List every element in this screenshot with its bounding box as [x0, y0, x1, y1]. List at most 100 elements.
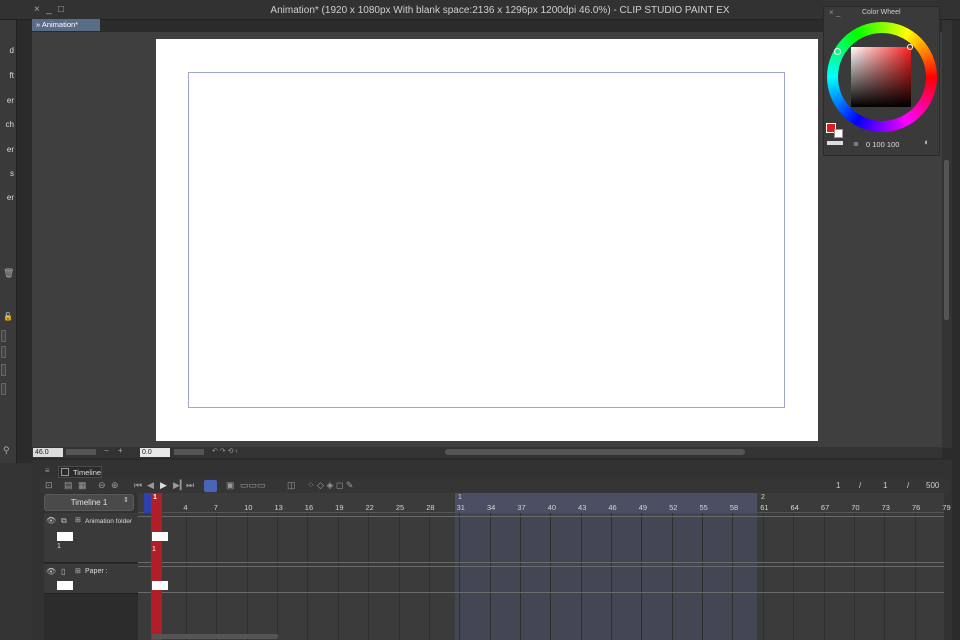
left-panel-label[interactable]: ch: [0, 120, 16, 129]
frame-tick-label: 49: [638, 503, 648, 512]
horizontal-scrollbar-thumb[interactable]: [445, 449, 745, 455]
cel-number: 1: [152, 546, 156, 553]
property-field[interactable]: [1, 346, 6, 358]
grid-column-line: [641, 513, 643, 640]
frame-tick-label: 67: [820, 503, 830, 512]
transparent-color-swatch[interactable]: [827, 141, 843, 145]
previous-frame-icon[interactable]: ◀: [147, 480, 154, 491]
new-animation-cel-icon[interactable]: ▣: [226, 480, 235, 491]
expand-icon[interactable]: ⊞: [75, 567, 81, 575]
eye-icon[interactable]: 👁: [46, 516, 56, 525]
rotate-icons[interactable]: ↶ ↷ ⟲ ‹: [212, 447, 238, 455]
sv-marker[interactable]: [907, 44, 913, 50]
sub-color-swatch[interactable]: [834, 129, 843, 138]
track-name: Animation folder: [85, 518, 132, 525]
go-to-start-icon[interactable]: ⏮: [134, 480, 142, 491]
grid-column-line: [186, 513, 187, 640]
playhead[interactable]: [151, 493, 162, 640]
frame-tick-label: 79: [942, 503, 951, 512]
track-divider: [138, 592, 944, 593]
keyframe-icons[interactable]: ⁘ ◇ ◈ ◻ ✎: [307, 480, 353, 491]
playback-start-marker[interactable]: [144, 493, 151, 513]
left-panel-label[interactable]: ft: [0, 71, 16, 80]
search-icon[interactable]: ⚲: [3, 445, 10, 456]
frame-rate-icon[interactable]: ▦: [78, 480, 87, 491]
playhead-frame-label: 1: [153, 494, 157, 501]
left-panel-label[interactable]: er: [0, 145, 16, 154]
grid-column-line: [519, 513, 521, 640]
onion-skin-icon[interactable]: ▭▭▭: [240, 480, 266, 491]
panel-menu-icon[interactable]: ≡: [45, 466, 50, 475]
animation-cel[interactable]: [152, 532, 168, 541]
grid-column-line: [489, 513, 491, 640]
left-panel-label[interactable]: er: [0, 193, 16, 202]
grid-column-line: [762, 513, 764, 640]
color-settings-icon[interactable]: ◐: [924, 137, 929, 147]
hsv-values: 0 100 100: [866, 140, 900, 149]
document-tab[interactable]: » Animation*: [32, 19, 100, 31]
eye-icon[interactable]: 👁: [46, 567, 56, 576]
chevron-updown-icon: ⇕: [123, 497, 129, 504]
hsv-mode-icon[interactable]: ≣: [853, 140, 859, 148]
paper-thumbnail: [57, 581, 73, 590]
track-name: Paper :: [85, 568, 108, 575]
left-panel-label[interactable]: s: [0, 169, 16, 178]
color-panel-controls[interactable]: × _: [829, 8, 840, 17]
second-marker: 1: [458, 494, 462, 501]
grid-column-line: [914, 513, 916, 640]
grid-column-line: [307, 513, 309, 640]
next-frame-icon[interactable]: ▶▎: [173, 480, 187, 491]
left-panel-label[interactable]: er: [0, 96, 16, 105]
frame-separator: /: [859, 481, 862, 490]
maximize-button[interactable]: □: [58, 4, 64, 15]
lock-icon[interactable]: 🔓: [3, 312, 13, 321]
frame-tick-label: 7: [213, 503, 218, 512]
grid-column-line: [823, 513, 825, 640]
zoom-in-button[interactable]: +: [118, 446, 123, 455]
grid-column-line: [884, 513, 886, 640]
frame-tick-label: 31: [456, 503, 465, 512]
rotation-slider[interactable]: [174, 449, 204, 455]
current-frame: 1: [836, 481, 841, 490]
zoom-in-icon[interactable]: ⊕: [111, 480, 119, 491]
property-field[interactable]: [1, 330, 6, 342]
close-button[interactable]: ×: [34, 4, 40, 15]
paper-cel[interactable]: [152, 581, 168, 590]
property-field[interactable]: [1, 364, 6, 376]
expand-icon[interactable]: ⊞: [75, 516, 81, 524]
zoom-out-button[interactable]: −: [104, 446, 109, 455]
timeline-hscroll-thumb[interactable]: [152, 634, 278, 639]
frames-in-range: 1: [883, 481, 888, 490]
hue-marker[interactable]: [834, 48, 841, 55]
play-icon[interactable]: ▶: [160, 480, 167, 491]
max-frames: 500: [926, 481, 940, 490]
zoom-slider[interactable]: [66, 449, 96, 455]
frame-tick-label: 70: [851, 503, 860, 512]
left-panel-label[interactable]: d: [0, 46, 16, 55]
grid-column-line: [368, 513, 370, 640]
saturation-value-square[interactable]: [851, 47, 911, 107]
vertical-scrollbar-thumb[interactable]: [944, 160, 949, 320]
ruler-range-highlight: [455, 493, 757, 513]
property-field[interactable]: [1, 383, 6, 395]
light-table-icon[interactable]: ◫: [287, 480, 296, 491]
track-divider: [138, 562, 944, 563]
frame-tick-label: 43: [578, 503, 587, 512]
frame-tick-label: 10: [244, 503, 253, 512]
frame-tick-label: 73: [881, 503, 890, 512]
zoom-out-icon[interactable]: ⊖: [98, 480, 106, 491]
second-marker: 2: [761, 494, 765, 501]
frame-tick-label: 46: [608, 503, 617, 512]
trash-icon[interactable]: 🗑: [3, 268, 14, 279]
frame-tick-label: 52: [669, 503, 678, 512]
go-to-end-icon[interactable]: ⏭: [186, 480, 194, 491]
frame-tick-label: 25: [395, 503, 405, 512]
timeline-selector[interactable]: Timeline 1: [44, 494, 134, 511]
rotation-field[interactable]: 0.0: [140, 448, 170, 457]
zoom-field[interactable]: 46.0: [33, 448, 63, 457]
timeline-settings-icon[interactable]: ▤: [64, 480, 73, 491]
new-timeline-icon[interactable]: ⊡: [45, 480, 53, 491]
frame-separator: /: [907, 481, 910, 490]
minimize-button[interactable]: _: [46, 4, 52, 15]
loop-toggle[interactable]: [204, 480, 217, 492]
